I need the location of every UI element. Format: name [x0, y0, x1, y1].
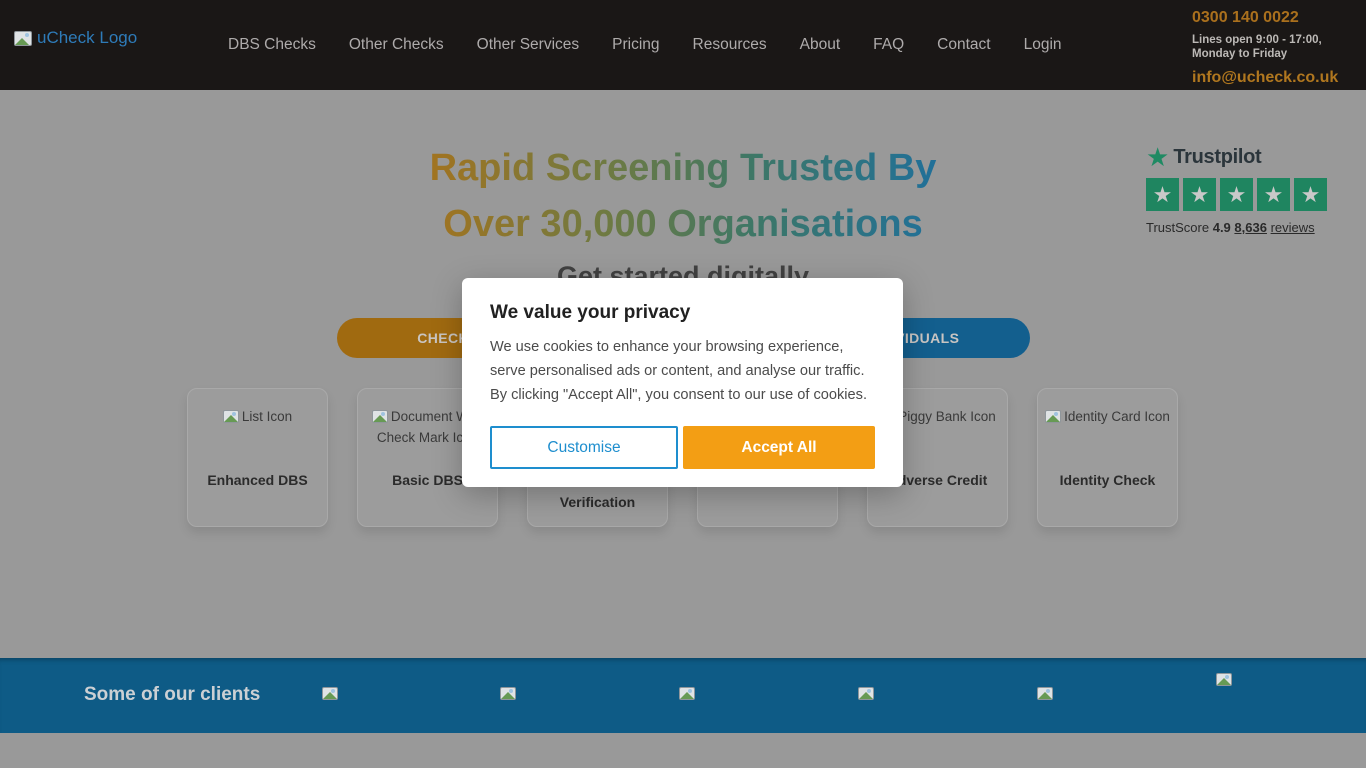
- nav-item-contact[interactable]: Contact: [937, 36, 990, 54]
- star-icon: [1220, 178, 1253, 211]
- card-label: Enhanced DBS: [194, 472, 321, 488]
- nav-item-other-services[interactable]: Other Services: [477, 36, 580, 54]
- accept-all-button[interactable]: Accept All: [683, 426, 875, 469]
- trustscore-value: 4.9: [1213, 220, 1231, 235]
- trustpilot-brand: ★ Trustpilot: [1146, 145, 1328, 169]
- broken-image-icon: [14, 31, 32, 46]
- card-identity-check[interactable]: Identity Card Icon Identity Check: [1037, 388, 1178, 527]
- trustpilot-rating-stars: [1146, 178, 1328, 211]
- nav-item-faq[interactable]: FAQ: [873, 36, 904, 54]
- client-logo-icon: [858, 687, 874, 700]
- cookie-consent-dialog: We value your privacy We use cookies to …: [462, 278, 903, 487]
- clients-heading: Some of our clients: [84, 684, 260, 706]
- nav-item-resources[interactable]: Resources: [693, 36, 767, 54]
- star-icon: [1257, 178, 1290, 211]
- trustscore-label: TrustScore: [1146, 220, 1209, 235]
- nav-item-dbs-checks[interactable]: DBS Checks: [228, 36, 316, 54]
- header: uCheck Logo DBS Checks Other Checks Othe…: [0, 0, 1366, 90]
- nav-item-about[interactable]: About: [800, 36, 841, 54]
- star-icon: [1294, 178, 1327, 211]
- main-nav: DBS Checks Other Checks Other Services P…: [228, 0, 1062, 90]
- card-icon-alt: Identity Card Icon: [1044, 406, 1171, 460]
- card-enhanced-dbs[interactable]: List Icon Enhanced DBS: [187, 388, 328, 527]
- card-icon-alt: List Icon: [194, 406, 321, 460]
- reviews-count-link[interactable]: 8,636: [1234, 220, 1267, 235]
- site-logo[interactable]: uCheck Logo: [14, 28, 137, 48]
- cookie-dialog-buttons: Customise Accept All: [490, 426, 875, 469]
- star-icon: [1146, 178, 1179, 211]
- star-icon: [1183, 178, 1216, 211]
- trustpilot-star-icon: ★: [1146, 145, 1169, 169]
- trustscore-line: TrustScore 4.9 8,636 reviews: [1146, 220, 1328, 235]
- customise-button[interactable]: Customise: [490, 426, 678, 469]
- clients-bar: Some of our clients: [0, 658, 1366, 733]
- trustpilot-widget[interactable]: ★ Trustpilot TrustScore 4.9 8,636 review…: [1146, 145, 1328, 235]
- email-link[interactable]: info@ucheck.co.uk: [1192, 69, 1352, 87]
- opening-hours: Lines open 9:00 - 17:00, Monday to Frida…: [1192, 33, 1352, 61]
- broken-image-icon: [1045, 410, 1061, 423]
- hero-heading: Rapid Screening Trusted By Over 30,000 O…: [383, 140, 983, 252]
- client-logo-icon: [1037, 687, 1053, 700]
- header-contact-block: 0300 140 0022 Lines open 9:00 - 17:00, M…: [1192, 9, 1352, 87]
- broken-image-icon: [223, 410, 239, 423]
- card-label: Identity Check: [1044, 472, 1171, 488]
- trustpilot-brand-name: Trustpilot: [1173, 146, 1261, 169]
- card-label: Verification: [534, 494, 661, 510]
- client-logo-icon: [679, 687, 695, 700]
- client-logo-icon: [1216, 673, 1232, 686]
- logo-alt-text: uCheck Logo: [37, 28, 137, 48]
- cookie-dialog-body: We use cookies to enhance your browsing …: [490, 335, 875, 407]
- client-logo-icon: [500, 687, 516, 700]
- client-logo-icon: [322, 687, 338, 700]
- reviews-label[interactable]: reviews: [1271, 220, 1315, 235]
- nav-item-login[interactable]: Login: [1024, 36, 1062, 54]
- phone-link[interactable]: 0300 140 0022: [1192, 9, 1352, 27]
- cookie-dialog-title: We value your privacy: [490, 302, 875, 324]
- nav-item-pricing[interactable]: Pricing: [612, 36, 659, 54]
- nav-item-other-checks[interactable]: Other Checks: [349, 36, 444, 54]
- broken-image-icon: [372, 410, 388, 423]
